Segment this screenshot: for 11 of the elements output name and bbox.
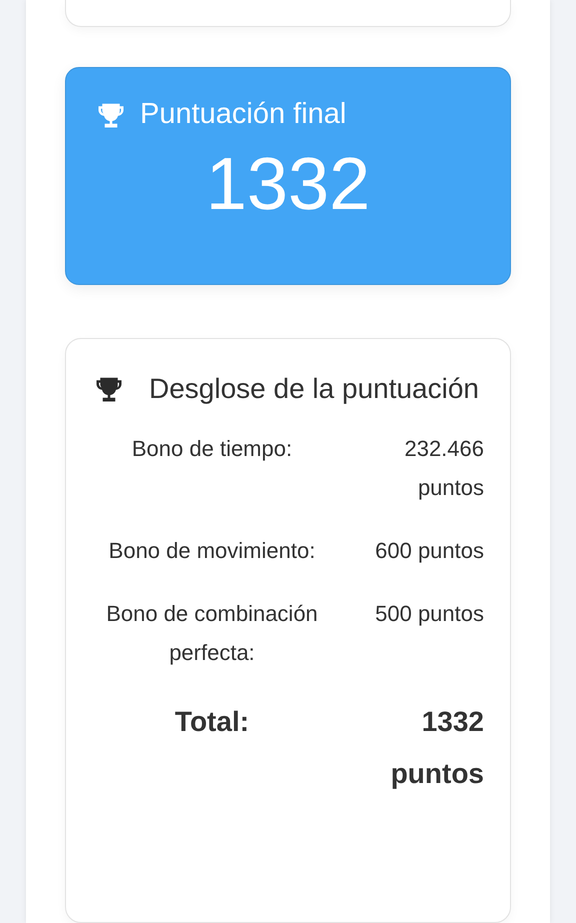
bonus-value: 600 puntos bbox=[374, 537, 484, 565]
final-score-title: Puntuación final bbox=[140, 98, 346, 131]
total-label: Total: bbox=[174, 705, 250, 739]
bonus-value: 232.466 puntos bbox=[403, 435, 484, 502]
bonus-value: 500 puntos bbox=[374, 600, 484, 628]
bonus-label: Bono de combinación perfecta: bbox=[105, 600, 319, 667]
total-value: 1332 puntos bbox=[390, 705, 484, 791]
final-score-value: 1332 bbox=[204, 143, 372, 224]
bonus-label: Bono de tiempo: bbox=[130, 435, 294, 463]
breakdown-title: Desglose de la puntuación bbox=[148, 372, 480, 406]
bonus-label: Bono de movimiento: bbox=[108, 537, 316, 565]
